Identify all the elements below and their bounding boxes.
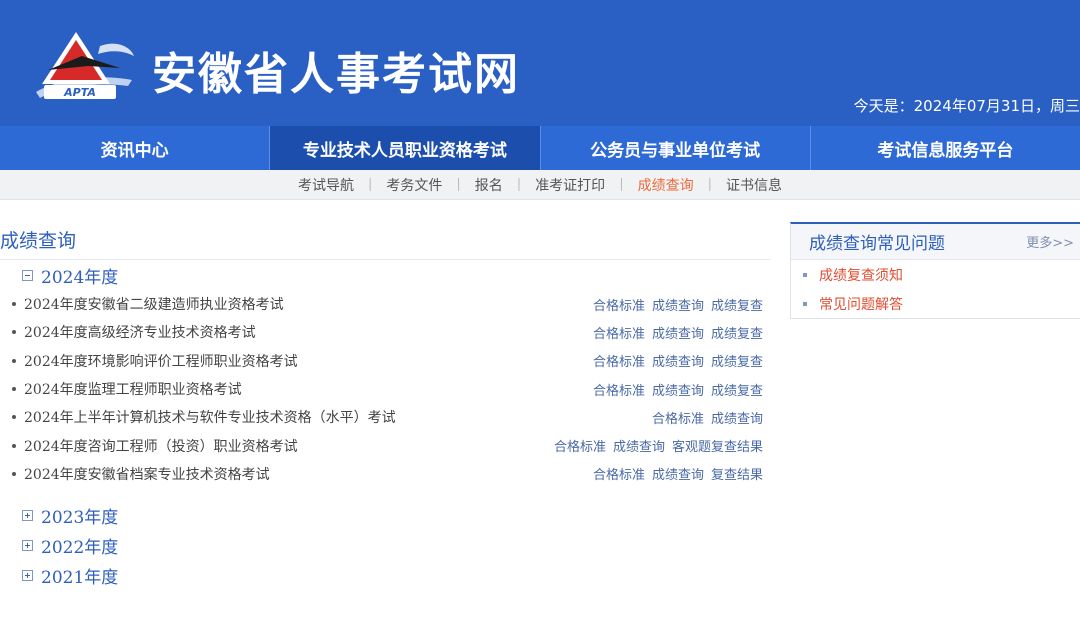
list-item: 2024年度安徽省档案专业技术资格考试 合格标准 成绩查询 复查结果: [0, 460, 770, 488]
link-score-review[interactable]: 成绩复查: [711, 380, 763, 399]
year-label: 2023年度: [41, 507, 119, 528]
exam-name[interactable]: 2024年度安徽省档案专业技术资格考试: [12, 464, 270, 484]
exam-name[interactable]: 2024年度咨询工程师（投资）职业资格考试: [12, 436, 298, 456]
nav-item-civil-service-exams[interactable]: 公务员与事业单位考试: [541, 126, 811, 170]
site-header: APTA 安徽省人事考试网 今天是：2024年07月31日，周三: [0, 0, 1080, 126]
score-query-list: 成绩查询 2024年度 2024年度安徽省二级建造师执业资格考试 合格标准 成绩…: [0, 222, 770, 590]
year-toggle-2021[interactable]: 2021年度: [0, 560, 770, 590]
sidebar-title: 成绩查询常见问题: [809, 234, 945, 254]
exam-name[interactable]: 2024年度环境影响评价工程师职业资格考试: [12, 351, 298, 371]
year-toggle-2022[interactable]: 2022年度: [0, 530, 770, 560]
year-label: 2022年度: [41, 537, 119, 558]
link-passing-standard[interactable]: 合格标准: [593, 351, 645, 370]
sidebar-item-label: 成绩复查须知: [819, 267, 903, 284]
year-label: 2024年度: [41, 267, 119, 288]
link-score-review[interactable]: 成绩复查: [711, 351, 763, 370]
list-item: 2024年度监理工程师职业资格考试 合格标准 成绩查询 成绩复查: [0, 375, 770, 403]
link-score-review[interactable]: 成绩复查: [711, 295, 763, 314]
link-score-query[interactable]: 成绩查询: [711, 408, 763, 427]
nav-item-news[interactable]: 资讯中心: [0, 126, 271, 170]
expand-icon[interactable]: [22, 569, 33, 581]
exam-name[interactable]: 2024年度高级经济专业技术资格考试: [12, 322, 256, 342]
year-toggle-2024[interactable]: 2024年度: [0, 260, 770, 290]
more-link[interactable]: 更多>>: [1026, 232, 1074, 251]
link-score-query[interactable]: 成绩查询: [613, 436, 665, 455]
apta-logo[interactable]: APTA: [30, 26, 136, 102]
link-passing-standard[interactable]: 合格标准: [593, 464, 645, 483]
sidebar-header: 成绩查询常见问题 更多>>: [791, 224, 1080, 260]
sidebar-item-faq[interactable]: 常见问题解答: [791, 289, 1080, 318]
link-passing-standard[interactable]: 合格标准: [593, 380, 645, 399]
year-label: 2021年度: [41, 567, 119, 588]
collapse-icon[interactable]: [22, 269, 33, 281]
link-passing-standard[interactable]: 合格标准: [652, 408, 704, 427]
logo-text: APTA: [63, 86, 96, 99]
subnav-exam-guide[interactable]: 考试导航: [284, 175, 368, 195]
link-passing-standard[interactable]: 合格标准: [593, 295, 645, 314]
sidebar-item-label: 常见问题解答: [819, 296, 903, 313]
exam-name[interactable]: 2024年度安徽省二级建造师执业资格考试: [12, 294, 284, 314]
subnav-registration[interactable]: 报名: [461, 175, 517, 195]
list-item: 2024年度高级经济专业技术资格考试 合格标准 成绩查询 成绩复查: [0, 318, 770, 346]
site-title[interactable]: 安徽省人事考试网: [152, 38, 520, 102]
link-passing-standard[interactable]: 合格标准: [554, 436, 606, 455]
subnav-exam-documents[interactable]: 考务文件: [372, 175, 456, 195]
exam-name[interactable]: 2024年度监理工程师职业资格考试: [12, 379, 242, 399]
link-score-query[interactable]: 成绩查询: [652, 323, 704, 342]
faq-sidebar: 成绩查询常见问题 更多>> 成绩复查须知 常见问题解答: [790, 222, 1080, 319]
link-score-review[interactable]: 成绩复查: [711, 323, 763, 342]
list-item: 2024年度咨询工程师（投资）职业资格考试 合格标准 成绩查询 客观题复查结果: [0, 431, 770, 459]
bullet-icon: [803, 272, 807, 277]
expand-icon[interactable]: [22, 509, 33, 521]
subnav-certificate-info[interactable]: 证书信息: [712, 175, 796, 195]
link-objective-review-result[interactable]: 客观题复查结果: [672, 436, 763, 455]
link-passing-standard[interactable]: 合格标准: [593, 323, 645, 342]
page-title: 成绩查询: [0, 222, 770, 260]
list-item: 2024年度安徽省二级建造师执业资格考试 合格标准 成绩查询 成绩复查: [0, 290, 770, 318]
list-item: 2024年度环境影响评价工程师职业资格考试 合格标准 成绩查询 成绩复查: [0, 347, 770, 375]
subnav-score-query[interactable]: 成绩查询: [624, 175, 708, 195]
link-score-query[interactable]: 成绩查询: [652, 464, 704, 483]
year-toggle-2023[interactable]: 2023年度: [0, 500, 770, 530]
exam-name[interactable]: 2024年上半年计算机技术与软件专业技术资格（水平）考试: [12, 407, 396, 427]
bullet-icon: [803, 301, 807, 306]
sub-nav: 考试导航 | 考务文件 | 报名 | 准考证打印 | 成绩查询 | 证书信息: [0, 170, 1080, 200]
link-score-query[interactable]: 成绩查询: [652, 351, 704, 370]
main-nav: 资讯中心 专业技术人员职业资格考试 公务员与事业单位考试 考试信息服务平台: [0, 126, 1080, 170]
sidebar-item-review-notice[interactable]: 成绩复查须知: [791, 260, 1080, 289]
expand-icon[interactable]: [22, 539, 33, 551]
link-score-query[interactable]: 成绩查询: [652, 295, 704, 314]
nav-item-service-platform[interactable]: 考试信息服务平台: [811, 126, 1080, 170]
link-review-result[interactable]: 复查结果: [711, 464, 763, 483]
list-item: 2024年上半年计算机技术与软件专业技术资格（水平）考试 合格标准 成绩查询: [0, 403, 770, 431]
link-score-query[interactable]: 成绩查询: [652, 380, 704, 399]
nav-item-professional-exams[interactable]: 专业技术人员职业资格考试: [270, 126, 541, 170]
current-date: 今天是：2024年07月31日，周三: [853, 97, 1080, 115]
subnav-admission-ticket[interactable]: 准考证打印: [521, 175, 619, 195]
